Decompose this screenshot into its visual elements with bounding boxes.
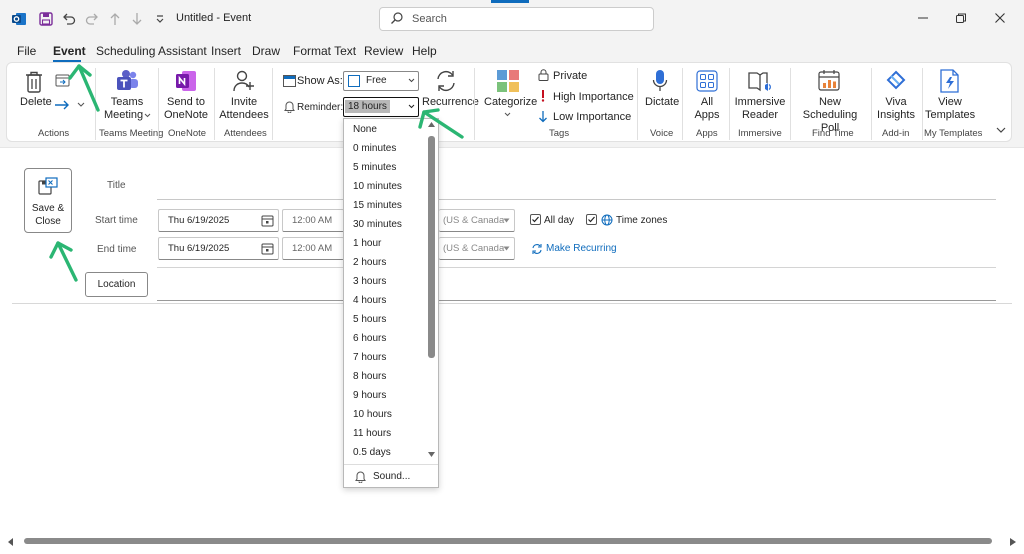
annotation-arrow-reminder xyxy=(422,110,464,139)
annotation-arrows xyxy=(49,64,464,282)
